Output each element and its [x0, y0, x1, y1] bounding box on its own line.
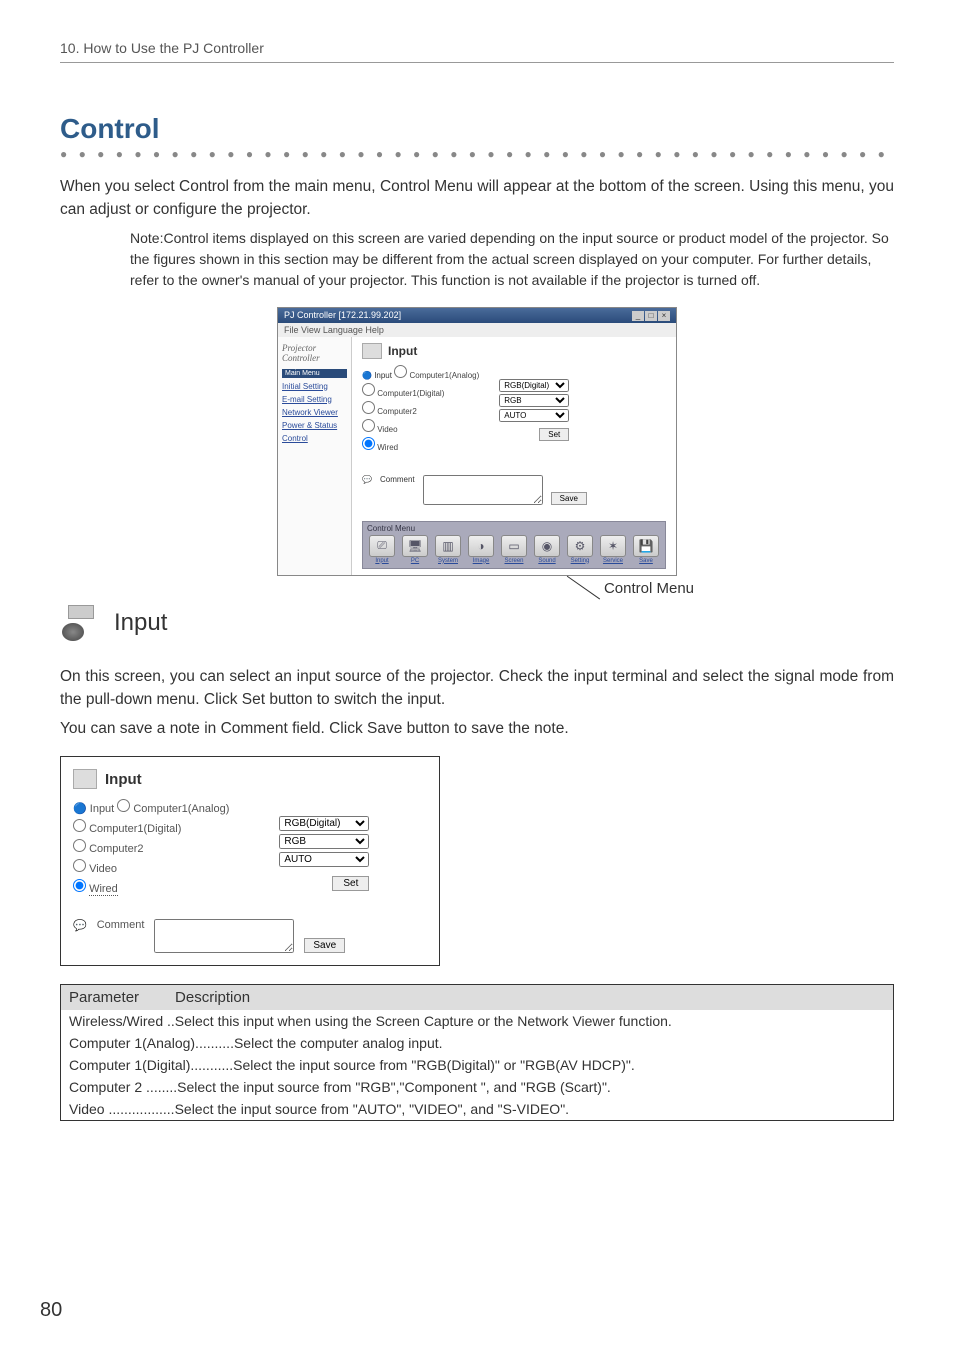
sidebar-item-network-viewer[interactable]: Network Viewer [282, 408, 347, 417]
input-panel-icon [73, 769, 97, 789]
control-menu-title: Control Menu [367, 524, 661, 533]
input-desc-1: On this screen, you can select an input … [60, 665, 894, 712]
radio-computer1-analog[interactable] [394, 365, 407, 378]
ip-select-rgb-digital[interactable]: RGB(Digital) [279, 816, 369, 831]
cm-system-label[interactable]: System [433, 558, 463, 564]
cm-service-label[interactable]: Service [598, 558, 628, 564]
cm-image-label[interactable]: Image [466, 558, 496, 564]
ip-set-button[interactable]: Set [332, 876, 369, 891]
save-button[interactable]: Save [551, 492, 587, 505]
control-menu-bar: Control Menu ⎚Input 🖥PC ▥System ◑Image ▭… [362, 521, 666, 569]
cm-setting-label[interactable]: Setting [565, 558, 595, 564]
ip-radio-wired[interactable] [73, 879, 86, 892]
cm-input-label[interactable]: Input [367, 558, 397, 564]
page-number: 80 [40, 1299, 62, 1322]
window-controls: _□× [631, 310, 670, 321]
main-heading: Control [60, 113, 894, 145]
radio-computer2[interactable] [362, 401, 375, 414]
input-section-heading: Input [114, 609, 167, 637]
comment-label: Comment [380, 475, 415, 484]
ip-select-rgb[interactable]: RGB [279, 834, 369, 849]
ip-radio-c1-analog[interactable] [117, 799, 130, 812]
sidebar-main-menu-label: Main Menu [282, 369, 347, 378]
ip-comment-icon: 💬 [73, 919, 87, 932]
input-panel-title: Input [105, 771, 142, 788]
param-row: Computer 2 ........Select the input sour… [61, 1076, 893, 1098]
window-titlebar: PJ Controller [172.21.99.202] _□× [278, 308, 676, 323]
radio-label: Wired [89, 883, 118, 896]
input-panel-group-label: Input [90, 803, 114, 815]
sidebar-item-control[interactable]: Control [282, 434, 347, 443]
sidebar-logo: Projector Controller [282, 343, 347, 363]
radio-label: Computer1(Digital) [377, 389, 444, 398]
radio-label: Computer2 [377, 407, 417, 416]
radio-label: Wired [377, 443, 398, 452]
param-row: Wireless/Wired ..Select this input when … [61, 1010, 893, 1032]
input-group-label: Input [374, 371, 392, 380]
input-panel-screenshot: Input 🔵 Input Computer1(Analog) Computer… [60, 756, 440, 966]
param-header-parameter: Parameter [69, 989, 139, 1006]
ip-radio-c2[interactable] [73, 839, 86, 852]
cm-service-icon[interactable]: ✶ [600, 535, 626, 557]
ip-radio-c1-digital[interactable] [73, 819, 86, 832]
param-row: Computer 1(Digital)...........Select the… [61, 1054, 893, 1076]
cm-sound-icon[interactable]: ◉ [534, 535, 560, 557]
select-auto[interactable]: AUTO [499, 409, 569, 422]
ip-comment-label: Comment [97, 919, 145, 931]
ip-comment-textarea[interactable] [154, 919, 294, 953]
ip-radio-video[interactable] [73, 859, 86, 872]
set-button[interactable]: Set [539, 428, 569, 441]
radio-label: Computer1(Digital) [89, 823, 181, 835]
cm-pc-icon[interactable]: 🖥 [402, 535, 428, 557]
select-rgb[interactable]: RGB [499, 394, 569, 407]
ip-save-button[interactable]: Save [304, 938, 345, 953]
comment-textarea[interactable] [423, 475, 543, 505]
maximize-icon[interactable]: □ [645, 311, 657, 321]
radio-computer1-digital[interactable] [362, 383, 375, 396]
param-row: Video .................Select the input … [61, 1098, 893, 1120]
dotted-separator: ● ● ● ● ● ● ● ● ● ● ● ● ● ● ● ● ● ● ● ● … [60, 147, 894, 161]
param-header-description: Description [175, 989, 250, 1006]
control-menu-callout: Control Menu [60, 580, 694, 597]
app-screenshot: PJ Controller [172.21.99.202] _□× File V… [277, 307, 677, 576]
input-section-icon [60, 605, 96, 641]
sidebar-item-email-setting[interactable]: E-mail Setting [282, 395, 347, 404]
note-paragraph: Note:Control items displayed on this scr… [130, 228, 894, 291]
main-panel: Input 🔵 Input Computer1(Analog) Computer… [352, 337, 676, 575]
cm-system-icon[interactable]: ▥ [435, 535, 461, 557]
panel-icon [362, 343, 382, 359]
cm-pc-label[interactable]: PC [400, 558, 430, 564]
close-icon[interactable]: × [658, 311, 670, 321]
parameter-table: Parameter Description Wireless/Wired ..S… [60, 984, 894, 1121]
sidebar-item-power-status[interactable]: Power & Status [282, 421, 347, 430]
chapter-header: 10. How to Use the PJ Controller [60, 40, 894, 63]
cm-sound-label[interactable]: Sound [532, 558, 562, 564]
cm-save-label[interactable]: Save [631, 558, 661, 564]
param-row: Computer 1(Analog)..........Select the c… [61, 1032, 893, 1054]
app-menubar[interactable]: File View Language Help [278, 323, 676, 337]
comment-icon: 💬 [362, 475, 372, 484]
radio-video[interactable] [362, 419, 375, 432]
cm-screen-icon[interactable]: ▭ [501, 535, 527, 557]
ip-select-auto[interactable]: AUTO [279, 852, 369, 867]
minimize-icon[interactable]: _ [632, 311, 644, 321]
sidebar-item-initial-setting[interactable]: Initial Setting [282, 382, 347, 391]
cm-setting-icon[interactable]: ⚙ [567, 535, 593, 557]
cm-screen-label[interactable]: Screen [499, 558, 529, 564]
select-rgb-digital[interactable]: RGB(Digital) [499, 379, 569, 392]
radio-label: Computer1(Analog) [409, 371, 479, 380]
cm-image-icon[interactable]: ◑ [468, 535, 494, 557]
radio-label: Computer1(Analog) [133, 803, 229, 815]
radio-label: Video [377, 425, 397, 434]
cm-save-icon[interactable]: 💾 [633, 535, 659, 557]
input-desc-2: You can save a note in Comment field. Cl… [60, 717, 894, 740]
cm-input-icon[interactable]: ⎚ [369, 535, 395, 557]
sidebar: Projector Controller Main Menu Initial S… [278, 337, 352, 575]
radio-wired[interactable] [362, 437, 375, 450]
radio-label: Video [89, 863, 117, 875]
intro-paragraph: When you select Control from the main me… [60, 175, 894, 222]
radio-label: Computer2 [89, 843, 143, 855]
window-title: PJ Controller [172.21.99.202] [284, 310, 401, 321]
panel-title: Input [388, 344, 417, 358]
